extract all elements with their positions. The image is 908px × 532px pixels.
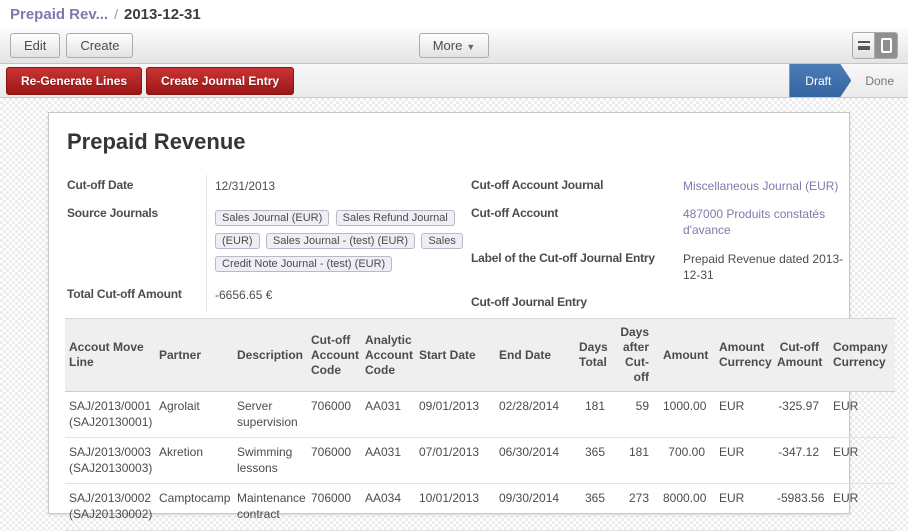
table-header-cell[interactable]: Analytic Account Code — [365, 319, 419, 392]
regenerate-lines-button[interactable]: Re-Generate Lines — [6, 67, 142, 95]
table-cell: 181 — [579, 392, 619, 438]
table-cell: 10/01/2013 — [419, 484, 499, 530]
breadcrumb-separator: / — [114, 6, 118, 22]
lines-table: Accout Move LinePartnerDescriptionCut-of… — [65, 318, 895, 531]
table-cell: 09/01/2013 — [419, 392, 499, 438]
table-cell: Maintenance contract — [237, 484, 311, 530]
cutoff-journal-entry-label: Cut-off Journal Entry — [471, 292, 675, 318]
status-state-done: Done — [851, 64, 908, 97]
cutoff-date-label: Cut-off Date — [67, 175, 206, 203]
table-header-cell[interactable]: Days Total — [579, 319, 619, 392]
table-cell: 59 — [619, 392, 663, 438]
total-cutoff-amount-label: Total Cut-off Amount — [67, 284, 206, 312]
table-cell: AA034 — [365, 484, 419, 530]
journal-entry-label-label: Label of the Cut-off Journal Entry — [471, 248, 675, 292]
table-header-cell[interactable]: Partner — [159, 319, 237, 392]
table-cell: EUR — [719, 438, 777, 484]
form-icon — [881, 38, 892, 53]
table-cell: 07/01/2013 — [419, 438, 499, 484]
table-header-cell[interactable]: End Date — [499, 319, 579, 392]
table-header-cell[interactable]: Days after Cut-off — [619, 319, 663, 392]
statusbar: Re-Generate Lines Create Journal Entry D… — [0, 64, 908, 98]
table-cell: EUR — [719, 392, 777, 438]
source-journals-tags: Sales Journal (EUR) Sales Refund Journal… — [215, 206, 457, 275]
field-group-right: Cut-off Account Journal Miscellaneous Jo… — [471, 175, 847, 318]
table-header-cell[interactable]: Company Currency — [833, 319, 895, 392]
table-row[interactable]: SAJ/2013/0003 (SAJ20130003)AkretionSwimm… — [65, 438, 895, 484]
table-cell: -5983.56 — [777, 484, 833, 530]
table-header-row: Accout Move LinePartnerDescriptionCut-of… — [65, 319, 895, 392]
breadcrumb-current: 2013-12-31 — [124, 6, 201, 23]
table-cell: Server supervision — [237, 392, 311, 438]
table-cell: Swimming lessons — [237, 438, 311, 484]
more-button[interactable]: More▼ — [419, 33, 490, 58]
total-cutoff-amount-value: -6656.65 € — [206, 284, 456, 312]
table-row[interactable]: SAJ/2013/0001 (SAJ20130001)AgrolaitServe… — [65, 392, 895, 438]
table-cell: -325.97 — [777, 392, 833, 438]
table-cell: EUR — [833, 392, 895, 438]
cutoff-account-journal-label: Cut-off Account Journal — [471, 175, 675, 203]
create-journal-entry-button[interactable]: Create Journal Entry — [146, 67, 294, 95]
table-row[interactable]: SAJ/2013/0002 (SAJ20130002)CamptocampMai… — [65, 484, 895, 530]
status-state-draft: Draft — [789, 64, 851, 97]
table-cell: EUR — [833, 438, 895, 484]
table-cell: 09/30/2014 — [499, 484, 579, 530]
breadcrumb-parent-link[interactable]: Prepaid Rev... — [10, 6, 108, 23]
table-cell: Camptocamp — [159, 484, 237, 530]
table-cell: SAJ/2013/0003 (SAJ20130003) — [65, 438, 159, 484]
table-cell: 365 — [579, 484, 619, 530]
table-header-cell[interactable]: Description — [237, 319, 311, 392]
table-cell: -347.12 — [777, 438, 833, 484]
form-view-button[interactable] — [875, 33, 897, 58]
lines-table-container: Accout Move LinePartnerDescriptionCut-of… — [65, 318, 895, 532]
journal-tag[interactable]: Sales Journal (EUR) — [215, 210, 329, 226]
source-journals-label: Source Journals — [67, 203, 206, 284]
table-cell: 181 — [619, 438, 663, 484]
field-group-left: Cut-off Date 12/31/2013 Source Journals … — [67, 175, 456, 318]
cutoff-account-journal-link[interactable]: Miscellaneous Journal (EUR) — [683, 179, 838, 193]
table-cell: 273 — [619, 484, 663, 530]
table-cell: 706000 — [311, 438, 365, 484]
table-cell: EUR — [833, 484, 895, 530]
table-cell: 706000 — [311, 484, 365, 530]
table-cell: 02/28/2014 — [499, 392, 579, 438]
table-header-cell[interactable]: Cut-off Amount — [777, 319, 833, 392]
table-cell: 700.00 — [663, 438, 719, 484]
cutoff-account-label: Cut-off Account — [471, 203, 675, 247]
toolbar-center: More▼ — [0, 33, 908, 58]
table-cell: 706000 — [311, 392, 365, 438]
main-content: Prepaid Revenue Cut-off Date 12/31/2013 … — [0, 98, 908, 531]
table-cell: Agrolait — [159, 392, 237, 438]
table-cell: 1000.00 — [663, 392, 719, 438]
page-title: Prepaid Revenue — [67, 129, 831, 155]
journal-tag[interactable]: Sales Journal - (test) (EUR) — [266, 233, 415, 249]
view-switcher — [852, 32, 898, 59]
table-header-cell[interactable]: Cut-off Account Code — [311, 319, 365, 392]
cutoff-account-link[interactable]: 487000 Produits constatés d'avance — [683, 207, 825, 237]
table-cell: EUR — [719, 484, 777, 530]
list-view-button[interactable] — [853, 33, 875, 58]
caret-down-icon: ▼ — [466, 42, 475, 52]
table-header-cell[interactable]: Accout Move Line — [65, 319, 159, 392]
table-cell: AA031 — [365, 438, 419, 484]
table-cell: 365 — [579, 438, 619, 484]
table-cell: 06/30/2014 — [499, 438, 579, 484]
table-cell: SAJ/2013/0001 (SAJ20130001) — [65, 392, 159, 438]
cutoff-date-value: 12/31/2013 — [206, 175, 456, 203]
table-cell: Akretion — [159, 438, 237, 484]
more-button-label: More — [433, 38, 463, 53]
table-cell: AA031 — [365, 392, 419, 438]
status-states: DraftDone — [789, 64, 908, 97]
table-header-cell[interactable]: Amount Currency — [719, 319, 777, 392]
table-header-cell[interactable]: Amount — [663, 319, 719, 392]
table-header-cell[interactable]: Start Date — [419, 319, 499, 392]
breadcrumb: Prepaid Rev... / 2013-12-31 — [0, 0, 908, 28]
list-icon — [858, 41, 870, 50]
journal-entry-label-value: Prepaid Revenue dated 2013-12-31 — [675, 248, 847, 292]
table-cell: 8000.00 — [663, 484, 719, 530]
table-cell: SAJ/2013/0002 (SAJ20130002) — [65, 484, 159, 530]
form-toolbar: Edit Create More▼ — [0, 28, 908, 64]
cutoff-journal-entry-value — [675, 292, 847, 318]
